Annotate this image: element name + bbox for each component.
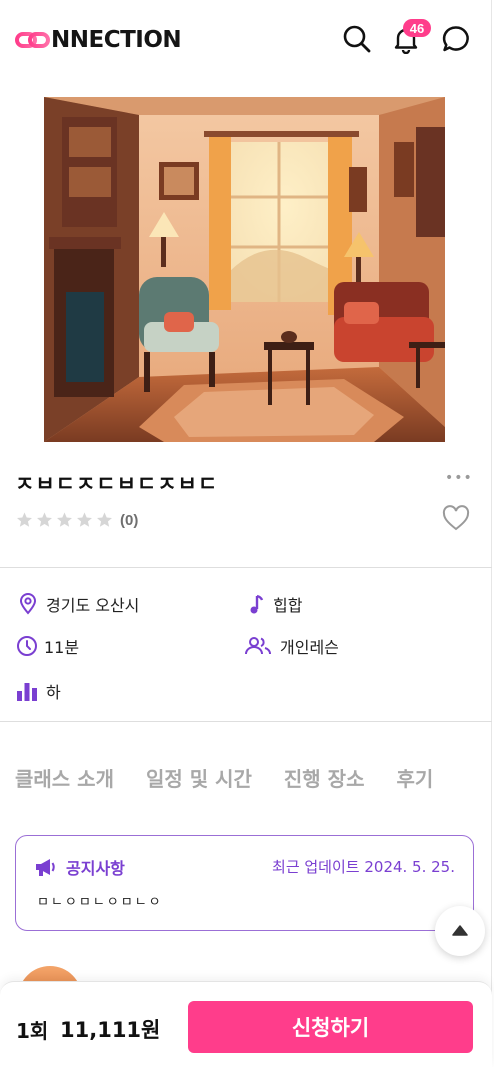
info-level: 하 (16, 679, 61, 703)
divider (0, 567, 492, 568)
star-icon (77, 512, 92, 527)
location-text: 경기도 오산시 (46, 596, 140, 615)
scroll-to-top-button[interactable] (435, 906, 485, 956)
tab-reviews[interactable]: 후기 (396, 763, 433, 792)
megaphone-icon (36, 859, 55, 876)
tab-location[interactable]: 진행 장소 (284, 763, 365, 792)
star-icon (57, 512, 72, 527)
notice-body: ㅁㄴㅇㅁㄴㅇㅁㄴㅇ (37, 895, 163, 910)
chat-button[interactable] (439, 22, 473, 56)
notice-updated-date: 최근 업데이트 2024. 5. 25. (272, 858, 455, 876)
section-tabs: 클래스 소개 일정 및 시간 진행 장소 후기 (15, 763, 433, 792)
search-icon (343, 25, 371, 53)
level-text: 하 (46, 683, 61, 702)
users-icon (245, 637, 271, 655)
star-icon (97, 512, 112, 527)
music-note-icon (250, 594, 264, 614)
notification-badge: 46 (403, 19, 431, 37)
more-options-button[interactable]: ••• (445, 470, 473, 486)
info-duration: 11분 (16, 634, 79, 658)
duration-text: 11분 (44, 638, 80, 657)
level-bars-icon (17, 683, 37, 701)
apply-button[interactable]: 신청하기 (188, 1001, 473, 1053)
app-header: NNECTION 46 (0, 0, 492, 82)
tab-intro[interactable]: 클래스 소개 (15, 763, 114, 792)
divider (0, 721, 492, 722)
search-button[interactable] (340, 22, 374, 56)
heart-icon[interactable] (442, 505, 470, 531)
chat-icon (442, 26, 469, 52)
info-genre: 힙합 (247, 592, 302, 616)
bottom-action-bar: 1회 11,111원 신청하기 (0, 981, 492, 1067)
logo-rings-icon (15, 32, 50, 48)
class-image (44, 97, 445, 442)
notice-header: 공지사항 (34, 855, 125, 879)
genre-text: 힙합 (273, 596, 303, 615)
clock-icon (17, 636, 37, 656)
price: 11,111원 (60, 1018, 161, 1042)
star-icon (37, 512, 52, 527)
logo[interactable]: NNECTION (15, 27, 182, 53)
app-frame: NNECTION 46 ㅈㅂㄷㅈㄷㅂㄷㅈㅂㄷ ••• (0) 경기도 오산시 힙… (0, 0, 492, 1067)
caret-up-icon (452, 925, 468, 936)
star-icon (17, 512, 32, 527)
notice-box[interactable]: 공지사항 최근 업데이트 2024. 5. 25. ㅁㄴㅇㅁㄴㅇㅁㄴㅇ (15, 835, 474, 931)
lesson-type-text: 개인레슨 (280, 638, 339, 657)
info-location: 경기도 오산시 (18, 592, 139, 616)
rating-count: (0) (120, 511, 139, 529)
logo-text: NNECTION (51, 27, 182, 53)
tab-schedule[interactable]: 일정 및 시간 (146, 763, 252, 792)
session-count: 1회 (16, 1019, 49, 1043)
rating: (0) (15, 511, 138, 529)
class-title: ㅈㅂㄷㅈㄷㅂㄷㅈㅂㄷ (15, 472, 219, 496)
info-lesson-type: 개인레슨 (244, 634, 339, 658)
location-pin-icon (19, 593, 37, 615)
notice-title: 공지사항 (66, 859, 125, 878)
